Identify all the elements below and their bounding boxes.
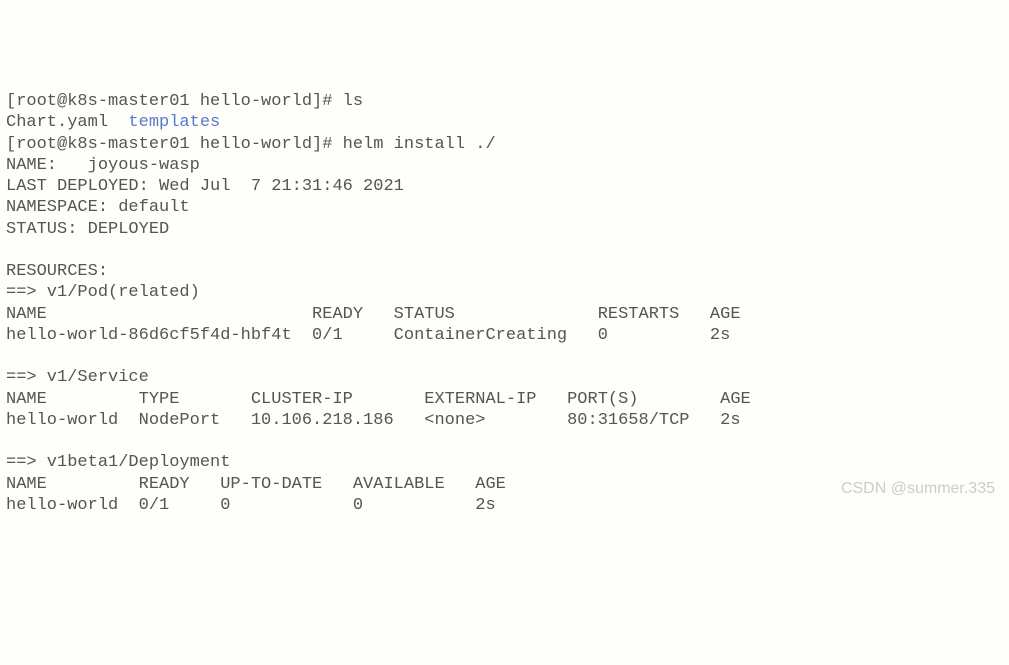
prompt-line-1: [root@k8s-master01 hello-world]# ls	[6, 92, 363, 111]
ls-file: Chart.yaml	[6, 113, 128, 132]
pod-row: hello-world-86d6cf5f4d-hbf4t 0/1 Contain…	[6, 326, 730, 345]
ls-directory: templates	[128, 113, 220, 132]
terminal-output: [root@k8s-master01 hello-world]# ls Char…	[6, 91, 1003, 516]
pod-section-header: ==> v1/Pod(related)	[6, 283, 200, 302]
resources-header: RESOURCES:	[6, 262, 108, 281]
namespace: NAMESPACE: default	[6, 198, 190, 217]
status: STATUS: DEPLOYED	[6, 220, 169, 239]
deployment-columns: NAME READY UP-TO-DATE AVAILABLE AGE	[6, 475, 506, 494]
service-columns: NAME TYPE CLUSTER-IP EXTERNAL-IP PORT(S)…	[6, 390, 751, 409]
last-deployed: LAST DEPLOYED: Wed Jul 7 21:31:46 2021	[6, 177, 404, 196]
service-section-header: ==> v1/Service	[6, 368, 149, 387]
pod-columns: NAME READY STATUS RESTARTS AGE	[6, 305, 741, 324]
release-name: NAME: joyous-wasp	[6, 156, 200, 175]
deployment-row: hello-world 0/1 0 0 2s	[6, 496, 496, 515]
service-row: hello-world NodePort 10.106.218.186 <non…	[6, 411, 741, 430]
deployment-section-header: ==> v1beta1/Deployment	[6, 453, 230, 472]
watermark: CSDN @summer.335	[841, 479, 995, 499]
prompt-line-2: [root@k8s-master01 hello-world]# helm in…	[6, 135, 496, 154]
